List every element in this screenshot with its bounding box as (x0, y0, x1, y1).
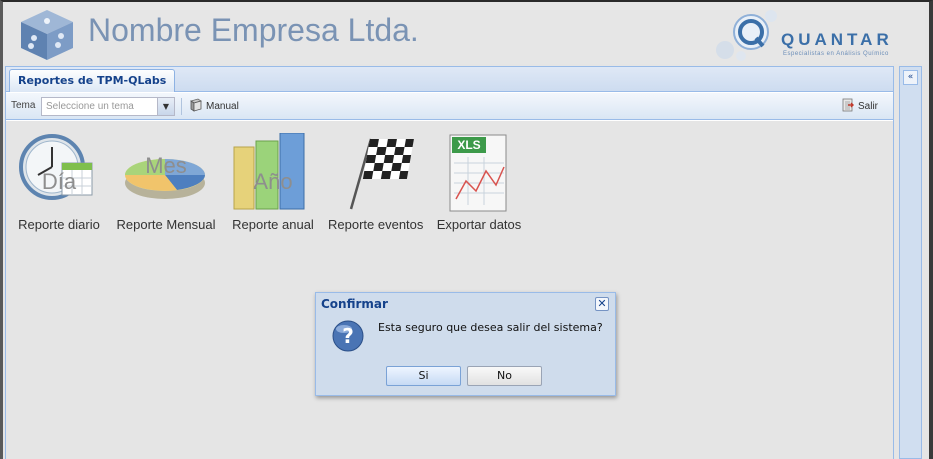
exit-door-icon (842, 98, 854, 112)
shortcut-label: Exportar datos (436, 217, 522, 232)
yes-button[interactable]: Si (386, 366, 461, 386)
shortcut-reporte-anual[interactable]: Año Reporte anual (228, 132, 318, 232)
brand-name: QUANTAR (781, 30, 893, 49)
main-panel: Reportes de TPM-QLabs Tema Seleccione un… (5, 66, 894, 459)
shortcut-art-text: Año (253, 169, 293, 194)
app-header: Nombre Empresa Ltda. QUANTAR Especialist… (3, 2, 925, 64)
shortcut-reporte-eventos[interactable]: Reporte eventos (328, 133, 423, 232)
calendar-clock-icon: Día (14, 133, 104, 213)
shortcut-reporte-diario[interactable]: Día Reporte diario (14, 133, 104, 232)
chevron-down-icon[interactable]: ▼ (157, 98, 174, 115)
tab-reportes[interactable]: Reportes de TPM-QLabs (9, 69, 176, 92)
collapsed-side-panel: « (899, 66, 922, 459)
toolbar: Tema Seleccione un tema ▼ Manual Salir (6, 93, 893, 120)
bubbles-logo-icon (716, 10, 777, 61)
tema-combo[interactable]: Seleccione un tema ▼ (41, 97, 175, 116)
shortcut-art-text: Día (41, 169, 77, 194)
shortcut-label: Reporte Mensual (116, 217, 216, 232)
tema-label: Tema (11, 100, 36, 111)
brand-tagline: Especialistas en Análisis Químico (783, 51, 889, 57)
spreadsheet-icon: XLS (434, 133, 524, 213)
manual-label: Manual (206, 101, 239, 112)
shortcut-art-text: Mes (145, 153, 187, 178)
shortcut-label: Reporte anual (232, 217, 314, 232)
bar-chart-icon: Año (228, 132, 318, 213)
shortcut-art-text: XLS (457, 138, 481, 152)
no-button[interactable]: No (467, 366, 542, 386)
dialog-message: Esta seguro que desea salir del sistema? (378, 321, 603, 334)
brand-logo: QUANTAR Especialistas en Análisis Químic… (711, 6, 911, 64)
tab-strip: Reportes de TPM-QLabs (6, 67, 893, 92)
shortcuts-area: Día Reporte diario Mes Reporte Mensual A… (6, 121, 893, 459)
shortcut-reporte-mensual[interactable]: Mes Reporte Mensual (116, 133, 216, 232)
checkered-flag-icon (331, 133, 421, 213)
tema-combo-placeholder: Seleccione un tema (46, 101, 134, 112)
exit-label: Salir (858, 101, 879, 112)
pie-chart-icon: Mes (121, 133, 211, 213)
manual-button[interactable]: Manual (189, 98, 239, 115)
cube-logo-icon (21, 10, 73, 60)
exit-button[interactable]: Salir (841, 98, 878, 115)
close-icon[interactable]: ✕ (595, 297, 609, 311)
company-name: Nombre Empresa Ltda. (88, 12, 419, 48)
expand-panel-icon[interactable]: « (903, 70, 918, 85)
confirm-dialog: Confirmar ✕ ? Esta seguro que desea sali… (315, 292, 616, 396)
dialog-title: Confirmar (321, 297, 388, 311)
question-icon: ? (332, 320, 364, 352)
shortcut-exportar-datos[interactable]: XLS Exportar datos (434, 133, 524, 232)
svg-text:?: ? (342, 324, 354, 348)
toolbar-separator (181, 98, 182, 115)
book-icon (190, 98, 202, 112)
shortcut-label: Reporte eventos (328, 217, 424, 232)
shortcut-label: Reporte diario (18, 217, 100, 232)
